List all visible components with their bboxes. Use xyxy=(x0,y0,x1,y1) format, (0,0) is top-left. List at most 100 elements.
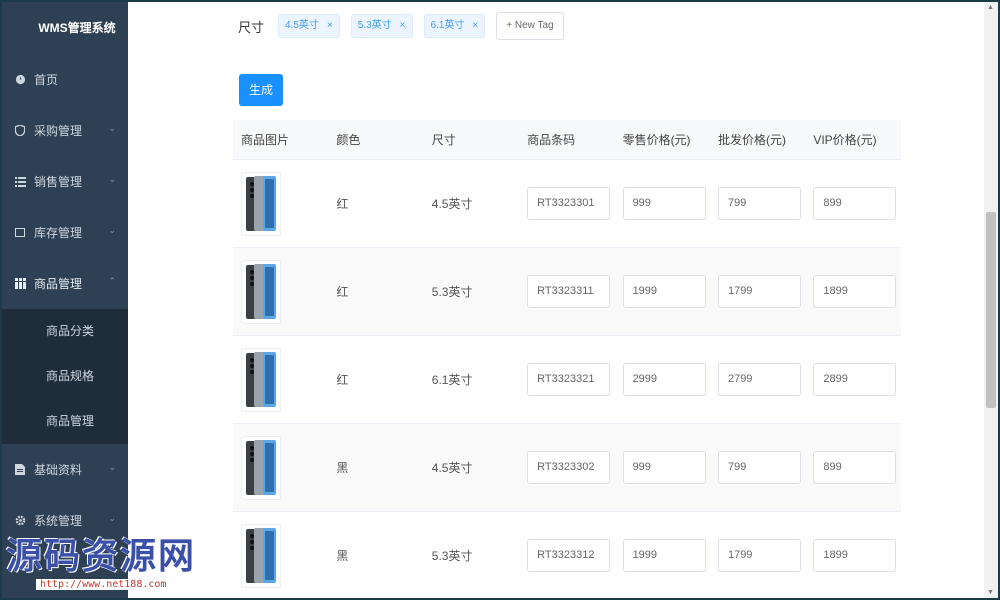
vip-price-input[interactable]: 899 xyxy=(813,187,897,220)
wholesale-price-cell: 799 xyxy=(710,451,805,484)
retail-price-input[interactable]: 999 xyxy=(622,451,706,484)
wholesale-price-input[interactable]: 1799 xyxy=(717,275,801,308)
main-content: 尺寸 4.5英寸 × 5.3英寸 × 6.1英寸 × + New Tag 生成 … xyxy=(128,2,984,598)
size-value: 5.3英寸 xyxy=(431,549,473,563)
product-image[interactable] xyxy=(241,435,281,500)
retail-price-cell: 1999 xyxy=(615,275,710,308)
app-title: WMS管理系统 xyxy=(38,21,116,35)
image-cell xyxy=(233,347,328,412)
box-icon xyxy=(14,227,26,239)
wholesale-price-input[interactable]: 1799 xyxy=(717,539,801,572)
retail-price-input[interactable]: 1999 xyxy=(622,275,706,308)
wholesale-price-input[interactable]: 799 xyxy=(717,187,801,220)
phone-image-icon xyxy=(246,351,276,407)
color-cell: 红 xyxy=(328,371,423,388)
retail-price-input[interactable]: 999 xyxy=(622,187,706,220)
header-image: 商品图片 xyxy=(241,133,290,147)
sidebar-item-sales[interactable]: 销售管理 ⌄ xyxy=(2,156,128,207)
watermark: 源码资源网 http://www.net188.com xyxy=(6,536,211,596)
header-size: 尺寸 xyxy=(431,133,456,147)
color-cell: 黑 xyxy=(328,547,423,564)
chevron-up-icon: ⌃ xyxy=(108,276,116,286)
submenu-item-product[interactable]: 商品管理 xyxy=(2,399,128,444)
products-submenu: 商品分类 商品规格 商品管理 xyxy=(2,309,128,444)
vertical-scrollbar[interactable]: ▲ ▼ xyxy=(984,2,998,598)
phone-image-icon xyxy=(246,527,276,583)
tag-text: 6.1英寸 xyxy=(430,20,465,31)
sidebar-item-label: 系统管理 xyxy=(34,514,83,528)
phone-image-icon xyxy=(246,175,276,231)
app-frame: WMS管理系统 首页 采购管理 ⌄ 销售管理 ⌄ 库存管理 ⌄ 商品管理 ⌃ 商… xyxy=(2,2,998,598)
product-image[interactable] xyxy=(241,171,281,236)
sku-table: 商品图片 颜色 尺寸 商品条码 零售价格(元) 批发价格(元) VIP价格(元) xyxy=(233,120,901,598)
barcode-cell: RT3323321 xyxy=(519,363,614,396)
watermark-url: http://www.net188.com xyxy=(36,579,171,590)
wholesale-price-cell: 799 xyxy=(710,187,805,220)
chevron-down-icon: ⌄ xyxy=(108,225,116,235)
document-icon xyxy=(14,464,26,476)
dashboard-icon xyxy=(14,74,26,86)
retail-price-input[interactable]: 1999 xyxy=(622,539,706,572)
image-cell xyxy=(233,259,328,324)
barcode-cell: RT3323301 xyxy=(519,187,614,220)
sidebar-item-label: 销售管理 xyxy=(34,175,83,189)
barcode-input[interactable]: RT3323301 xyxy=(527,187,611,220)
barcode-cell: RT3323302 xyxy=(519,451,614,484)
sidebar-item-basic-data[interactable]: 基础资料 ⌄ xyxy=(2,444,128,495)
retail-price-input[interactable]: 2999 xyxy=(622,363,706,396)
list-icon xyxy=(14,176,26,188)
table-row: 红 6.1英寸 RT3323321 2999 2799 2899 xyxy=(233,336,901,424)
vip-price-input[interactable]: 1899 xyxy=(813,539,897,572)
wholesale-price-cell: 1799 xyxy=(710,275,805,308)
size-cell: 5.3英寸 xyxy=(424,283,519,300)
wholesale-price-cell: 2799 xyxy=(710,363,805,396)
vip-price-input[interactable]: 1899 xyxy=(813,275,897,308)
header-wholesale-price: 批发价格(元) xyxy=(717,133,786,147)
header-vip-price: VIP价格(元) xyxy=(813,133,877,147)
submenu-item-spec[interactable]: 商品规格 xyxy=(2,354,128,399)
table-row: 黑 5.3英寸 RT3323312 1999 1799 1899 xyxy=(233,512,901,598)
close-icon[interactable]: × xyxy=(400,15,406,37)
new-tag-button[interactable]: + New Tag xyxy=(496,12,564,40)
generate-button[interactable]: 生成 xyxy=(239,74,283,106)
product-image[interactable] xyxy=(241,259,281,324)
barcode-input[interactable]: RT3323321 xyxy=(527,363,611,396)
wholesale-price-input[interactable]: 799 xyxy=(717,451,801,484)
close-icon[interactable]: × xyxy=(327,15,333,37)
barcode-cell: RT3323311 xyxy=(519,275,614,308)
size-tag: 6.1英寸 × xyxy=(423,14,486,38)
sidebar-item-label: 商品管理 xyxy=(34,277,83,291)
vip-price-input[interactable]: 2899 xyxy=(813,363,897,396)
scroll-up-icon[interactable]: ▲ xyxy=(987,4,994,11)
sidebar-item-label: 库存管理 xyxy=(34,226,83,240)
color-cell: 红 xyxy=(328,283,423,300)
retail-price-cell: 999 xyxy=(615,187,710,220)
barcode-input[interactable]: RT3323302 xyxy=(527,451,611,484)
vip-price-cell: 1899 xyxy=(805,539,900,572)
barcode-input[interactable]: RT3323312 xyxy=(527,539,611,572)
size-tag-row: 尺寸 4.5英寸 × 5.3英寸 × 6.1英寸 × + New Tag xyxy=(238,12,564,40)
color-value: 黑 xyxy=(336,461,349,475)
tag-text: 4.5英寸 xyxy=(285,20,319,31)
scroll-down-icon[interactable]: ▼ xyxy=(987,589,994,596)
product-image[interactable] xyxy=(241,347,281,412)
size-value: 6.1英寸 xyxy=(431,373,473,387)
header-barcode: 商品条码 xyxy=(527,133,576,147)
sidebar-item-purchase[interactable]: 采购管理 ⌄ xyxy=(2,105,128,156)
sidebar-item-label: 基础资料 xyxy=(34,463,83,477)
size-cell: 5.3英寸 xyxy=(424,547,519,564)
sidebar-item-home[interactable]: 首页 xyxy=(2,54,128,105)
wholesale-price-input[interactable]: 2799 xyxy=(717,363,801,396)
scrollbar-thumb[interactable] xyxy=(986,212,996,408)
vip-price-input[interactable]: 899 xyxy=(813,451,897,484)
sidebar-item-inventory[interactable]: 库存管理 ⌄ xyxy=(2,207,128,258)
sidebar-item-products[interactable]: 商品管理 ⌃ xyxy=(2,258,128,309)
submenu-item-category[interactable]: 商品分类 xyxy=(2,309,128,354)
close-icon[interactable]: × xyxy=(472,15,478,37)
size-cell: 6.1英寸 xyxy=(424,371,519,388)
size-tag: 4.5英寸 × xyxy=(278,14,340,38)
product-image[interactable] xyxy=(241,523,281,588)
barcode-input[interactable]: RT3323311 xyxy=(527,275,611,308)
table-header: 商品图片 颜色 尺寸 商品条码 零售价格(元) 批发价格(元) VIP价格(元) xyxy=(233,120,901,160)
color-cell: 红 xyxy=(328,195,423,212)
